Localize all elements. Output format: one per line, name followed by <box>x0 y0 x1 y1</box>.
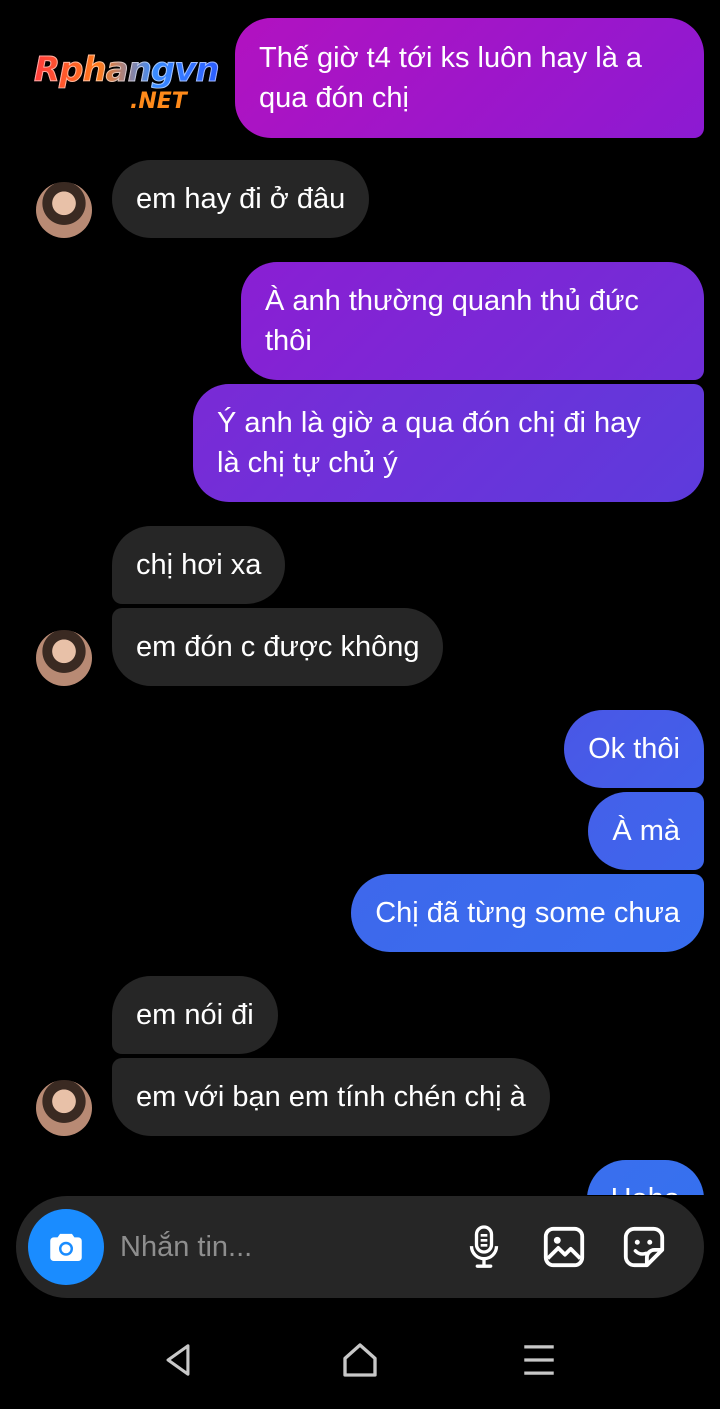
home-icon <box>343 1343 377 1377</box>
menu-button[interactable] <box>517 1338 561 1382</box>
message-bubble-incoming[interactable]: chị hơi xa <box>112 526 286 604</box>
contact-avatar[interactable] <box>36 1080 92 1136</box>
system-navigation-bar <box>0 1310 720 1409</box>
message-bubble-incoming[interactable]: em hay đi ở đâu <box>112 160 370 238</box>
message-bubble-incoming[interactable]: em nói đi <box>112 976 278 1054</box>
camera-button[interactable] <box>28 1209 104 1285</box>
message-bubble-incoming[interactable]: em đón c được không <box>112 608 444 686</box>
sticker-icon <box>623 1226 665 1268</box>
message-bubble-outgoing[interactable]: Thế giờ t4 tới ks luôn hay là a qua đón … <box>235 18 704 138</box>
message-list[interactable]: Thế giờ t4 tới ks luôn hay là a qua đón … <box>0 0 720 1195</box>
back-button[interactable] <box>156 1338 200 1382</box>
microphone-button[interactable] <box>459 1222 509 1272</box>
message-bubble-outgoing[interactable]: Ok thôi <box>564 710 704 788</box>
home-button[interactable] <box>338 1338 382 1382</box>
contact-avatar[interactable] <box>36 182 92 238</box>
camera-icon <box>50 1233 82 1261</box>
message-bubble-outgoing[interactable]: Chị đã từng some chưa <box>351 874 704 952</box>
watermark-logo: Rphangvn .NET <box>34 52 254 122</box>
message-bubble-outgoing[interactable]: Ý anh là giờ a qua đón chị đi hay là chị… <box>193 384 704 502</box>
gallery-button[interactable] <box>539 1222 589 1272</box>
image-gallery-icon <box>543 1226 585 1268</box>
watermark-text: Rphangvn <box>34 50 221 90</box>
microphone-icon <box>469 1225 499 1268</box>
message-bubble-incoming[interactable]: em với bạn em tính chén chị à <box>112 1058 550 1136</box>
message-bubble-outgoing[interactable]: À anh thường quanh thủ đức thôi <box>241 262 704 380</box>
message-composer <box>16 1196 704 1298</box>
message-input[interactable] <box>120 1222 440 1272</box>
watermark-domain: .NET <box>130 89 187 114</box>
menu-icon <box>524 1345 554 1375</box>
message-bubble-outgoing[interactable]: À mà <box>588 792 704 870</box>
message-bubble-outgoing[interactable]: Haha <box>586 1160 704 1195</box>
back-icon <box>166 1344 190 1376</box>
sticker-button[interactable] <box>619 1222 669 1272</box>
contact-avatar[interactable] <box>36 630 92 686</box>
